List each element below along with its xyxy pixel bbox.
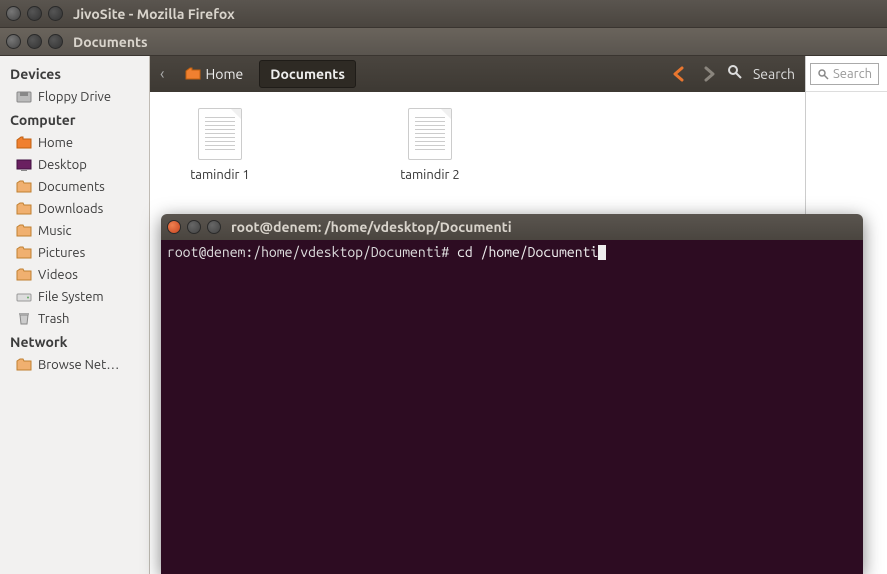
close-icon[interactable] (167, 220, 181, 234)
terminal-window[interactable]: root@denem: /home/vdesktop/Documenti roo… (161, 214, 863, 574)
file-icon-view[interactable]: tamindir 1 tamindir 2 (150, 92, 805, 198)
floppy-icon (16, 89, 32, 105)
file-name: tamindir 1 (190, 168, 250, 182)
sidebar-item-filesystem[interactable]: File System (0, 286, 149, 308)
sidebar-item-floppy[interactable]: Floppy Drive (0, 86, 149, 108)
sidebar-heading-computer: Computer (0, 108, 149, 132)
breadcrumb-home[interactable]: Home (175, 61, 254, 87)
breadcrumb-label: Documents (270, 66, 345, 82)
home-folder-icon (185, 66, 201, 82)
breadcrumb-label: Home (206, 66, 244, 82)
back-button[interactable] (671, 65, 689, 83)
minimize-icon[interactable] (27, 34, 42, 49)
sidebar-item-pictures[interactable]: Pictures (0, 242, 149, 264)
folder-icon (16, 179, 32, 195)
file-name: tamindir 2 (400, 168, 460, 182)
terminal-title: root@denem: /home/vdesktop/Documenti (231, 219, 512, 235)
sidebar-label: Browse Net… (38, 358, 119, 372)
search-input[interactable]: Search (810, 63, 879, 85)
maximize-icon[interactable] (48, 34, 63, 49)
nautilus-window-controls (6, 34, 63, 49)
maximize-icon[interactable] (48, 6, 63, 21)
sidebar-label: File System (38, 290, 104, 304)
breadcrumb-documents[interactable]: Documents (259, 60, 356, 88)
sidebar-item-videos[interactable]: Videos (0, 264, 149, 286)
sidebar-item-documents[interactable]: Documents (0, 176, 149, 198)
close-icon[interactable] (6, 34, 21, 49)
search-placeholder: Search (833, 67, 872, 81)
sidebar-label: Downloads (38, 202, 103, 216)
sidebar-item-desktop[interactable]: Desktop (0, 154, 149, 176)
folder-icon (16, 267, 32, 283)
file-item[interactable]: tamindir 1 (170, 108, 270, 182)
sidebar-heading-devices: Devices (0, 62, 149, 86)
forward-button[interactable] (699, 65, 717, 83)
sidebar-heading-network: Network (0, 330, 149, 354)
folder-icon (16, 201, 32, 217)
sidebar: Devices Floppy Drive Computer Home Deskt… (0, 56, 150, 574)
folder-icon (16, 357, 32, 373)
terminal-space (449, 244, 457, 260)
maximize-icon[interactable] (207, 220, 221, 234)
sidebar-label: Trash (38, 312, 69, 326)
sidebar-label: Music (38, 224, 72, 238)
close-icon[interactable] (6, 6, 21, 21)
sidebar-item-home[interactable]: Home (0, 132, 149, 154)
sidebar-item-music[interactable]: Music (0, 220, 149, 242)
folder-icon (16, 223, 32, 239)
sidebar-label: Pictures (38, 246, 85, 260)
chevron-left-icon[interactable]: ‹ (160, 65, 165, 83)
search-label[interactable]: Search (753, 66, 795, 82)
sidebar-label: Home (38, 136, 73, 150)
folder-icon (16, 245, 32, 261)
file-item[interactable]: tamindir 2 (380, 108, 480, 182)
sidebar-label: Videos (38, 268, 78, 282)
terminal-titlebar[interactable]: root@denem: /home/vdesktop/Documenti (161, 214, 863, 240)
terminal-command: cd /home/Documenti (457, 244, 598, 260)
sidebar-label: Desktop (38, 158, 87, 172)
minimize-icon[interactable] (187, 220, 201, 234)
sidebar-item-trash[interactable]: Trash (0, 308, 149, 330)
firefox-window-controls (6, 6, 63, 21)
terminal-window-controls (167, 220, 221, 234)
text-file-icon (408, 108, 452, 160)
terminal-cursor (598, 245, 606, 260)
home-folder-icon (16, 135, 32, 151)
terminal-prompt: root@denem:/home/vdesktop/Documenti# (167, 244, 449, 260)
desktop-icon (16, 157, 32, 173)
sidebar-item-browse-network[interactable]: Browse Net… (0, 354, 149, 376)
sidebar-item-downloads[interactable]: Downloads (0, 198, 149, 220)
firefox-title: JivoSite - Mozilla Firefox (73, 6, 235, 22)
terminal-body[interactable]: root@denem:/home/vdesktop/Documenti# cd … (161, 240, 863, 574)
location-toolbar: ‹ Home Documents Search (150, 56, 805, 92)
nautilus-titlebar: Documents (0, 28, 887, 56)
firefox-titlebar: JivoSite - Mozilla Firefox (0, 0, 887, 28)
trash-icon (16, 311, 32, 327)
text-file-icon (198, 108, 242, 160)
sidebar-label: Documents (38, 180, 105, 194)
sidebar-label: Floppy Drive (38, 90, 111, 104)
minimize-icon[interactable] (27, 6, 42, 21)
drive-icon (16, 289, 32, 305)
nautilus-title: Documents (73, 34, 148, 50)
search-icon[interactable] (727, 64, 743, 84)
